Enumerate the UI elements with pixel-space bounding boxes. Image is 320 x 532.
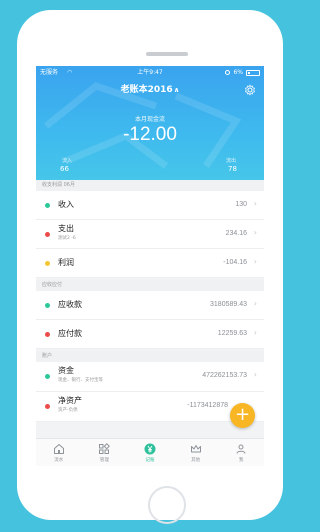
outflow-value: 78 — [228, 165, 237, 173]
home-icon — [53, 444, 64, 454]
inflow-label: 流入 — [62, 158, 73, 164]
row-value: 12259.63 — [217, 330, 247, 337]
cash-flow-value: -12.00 — [123, 124, 177, 145]
payable-dot — [45, 332, 50, 337]
row-subtitle: 测试2 -6 — [58, 236, 76, 241]
row-profit[interactable]: 利润 -104.16 › — [36, 249, 264, 278]
settings-gear-icon[interactable] — [244, 84, 256, 96]
app-screen: 无服务 ◠ 上午9:47 6% 老账本2016∧ 本月现金流 -12.00 流入… — [36, 66, 264, 466]
outflow-label: 流出 — [226, 158, 237, 164]
tab-record[interactable]: 记账 — [127, 439, 173, 466]
funds-dot — [45, 374, 50, 379]
status-bar: 无服务 ◠ 上午9:47 6% — [36, 66, 264, 79]
profit-dot — [45, 261, 50, 266]
row-label: 应付款 — [58, 329, 82, 338]
tab-other[interactable]: 其他 — [173, 439, 219, 466]
person-icon — [236, 444, 246, 454]
crown-icon — [190, 445, 201, 453]
tab-label: 其他 — [191, 458, 201, 463]
tab-label: 流水 — [54, 458, 64, 463]
row-value: 234.16 — [225, 230, 247, 237]
cash-flow-label: 本月现金流 — [134, 116, 165, 123]
row-value: 3180589.43 — [210, 301, 247, 308]
battery-icon — [246, 69, 260, 76]
row-label: 净资产 — [58, 396, 82, 405]
ledger-switcher[interactable]: 老账本2016∧ — [36, 83, 264, 97]
tab-manage[interactable]: 管理 — [82, 439, 128, 466]
chevron-right-icon: › — [253, 257, 257, 266]
row-label: 收入 — [58, 200, 74, 209]
income-dot — [45, 203, 50, 208]
row-value: 472262153.73 — [202, 372, 247, 379]
row-label: 利润 — [58, 258, 74, 267]
row-label: 资金 — [58, 366, 74, 375]
chevron-right-icon: › — [253, 370, 257, 379]
section-header-receivables: 应收应付 — [36, 280, 264, 291]
row-funds[interactable]: 资金 现金、银行、支付宝等 472262153.73 › — [36, 362, 264, 392]
row-subtitle: 资产-负债 — [58, 408, 78, 413]
chevron-right-icon: › — [253, 228, 257, 237]
summary-header: 无服务 ◠ 上午9:47 6% 老账本2016∧ 本月现金流 -12.00 流入… — [36, 66, 264, 180]
add-entry-button[interactable]: + — [230, 403, 255, 428]
yen-icon — [144, 443, 156, 455]
row-label: 应收款 — [58, 300, 82, 309]
row-income[interactable]: 收入 130 › — [36, 191, 264, 220]
chevron-up-icon: ∧ — [173, 86, 180, 94]
tab-me[interactable]: 我 — [218, 439, 264, 466]
tab-flow[interactable]: 流水 — [36, 439, 82, 466]
grid-icon — [99, 443, 111, 454]
row-label: 支出 — [58, 224, 74, 233]
net-assets-dot — [45, 404, 50, 409]
inflow-value: 66 — [60, 165, 69, 173]
tab-label: 我 — [238, 458, 244, 463]
rotation-lock-icon — [225, 70, 231, 75]
ledger-title: 老账本2016 — [120, 85, 173, 95]
row-value: -1173412878 — [187, 402, 228, 409]
row-value: 130 — [235, 201, 247, 208]
tab-bar: 流水 管理 记账 其他 我 — [36, 438, 264, 466]
row-expense[interactable]: 支出 测试2 -6 234.16 › — [36, 220, 264, 249]
section-header-profit: 收支利润 06月 — [36, 180, 264, 191]
section-header-accounts: 账户 — [36, 351, 264, 362]
row-subtitle: 现金、银行、支付宝等 — [58, 378, 103, 383]
chevron-right-icon: › — [253, 199, 257, 208]
row-value: -104.16 — [223, 259, 247, 266]
tab-label: 管理 — [99, 458, 109, 463]
chevron-right-icon: › — [253, 328, 257, 337]
tab-label: 记账 — [145, 458, 155, 463]
chevron-right-icon: › — [253, 299, 257, 308]
row-payable[interactable]: 应付款 12259.63 › — [36, 320, 264, 349]
row-receivable[interactable]: 应收款 3180589.43 › — [36, 291, 264, 320]
phone-speaker — [146, 52, 188, 56]
home-button[interactable] — [148, 486, 186, 524]
battery-percent: 6% — [233, 69, 243, 76]
receivable-dot — [45, 303, 50, 308]
expense-dot — [45, 232, 50, 237]
